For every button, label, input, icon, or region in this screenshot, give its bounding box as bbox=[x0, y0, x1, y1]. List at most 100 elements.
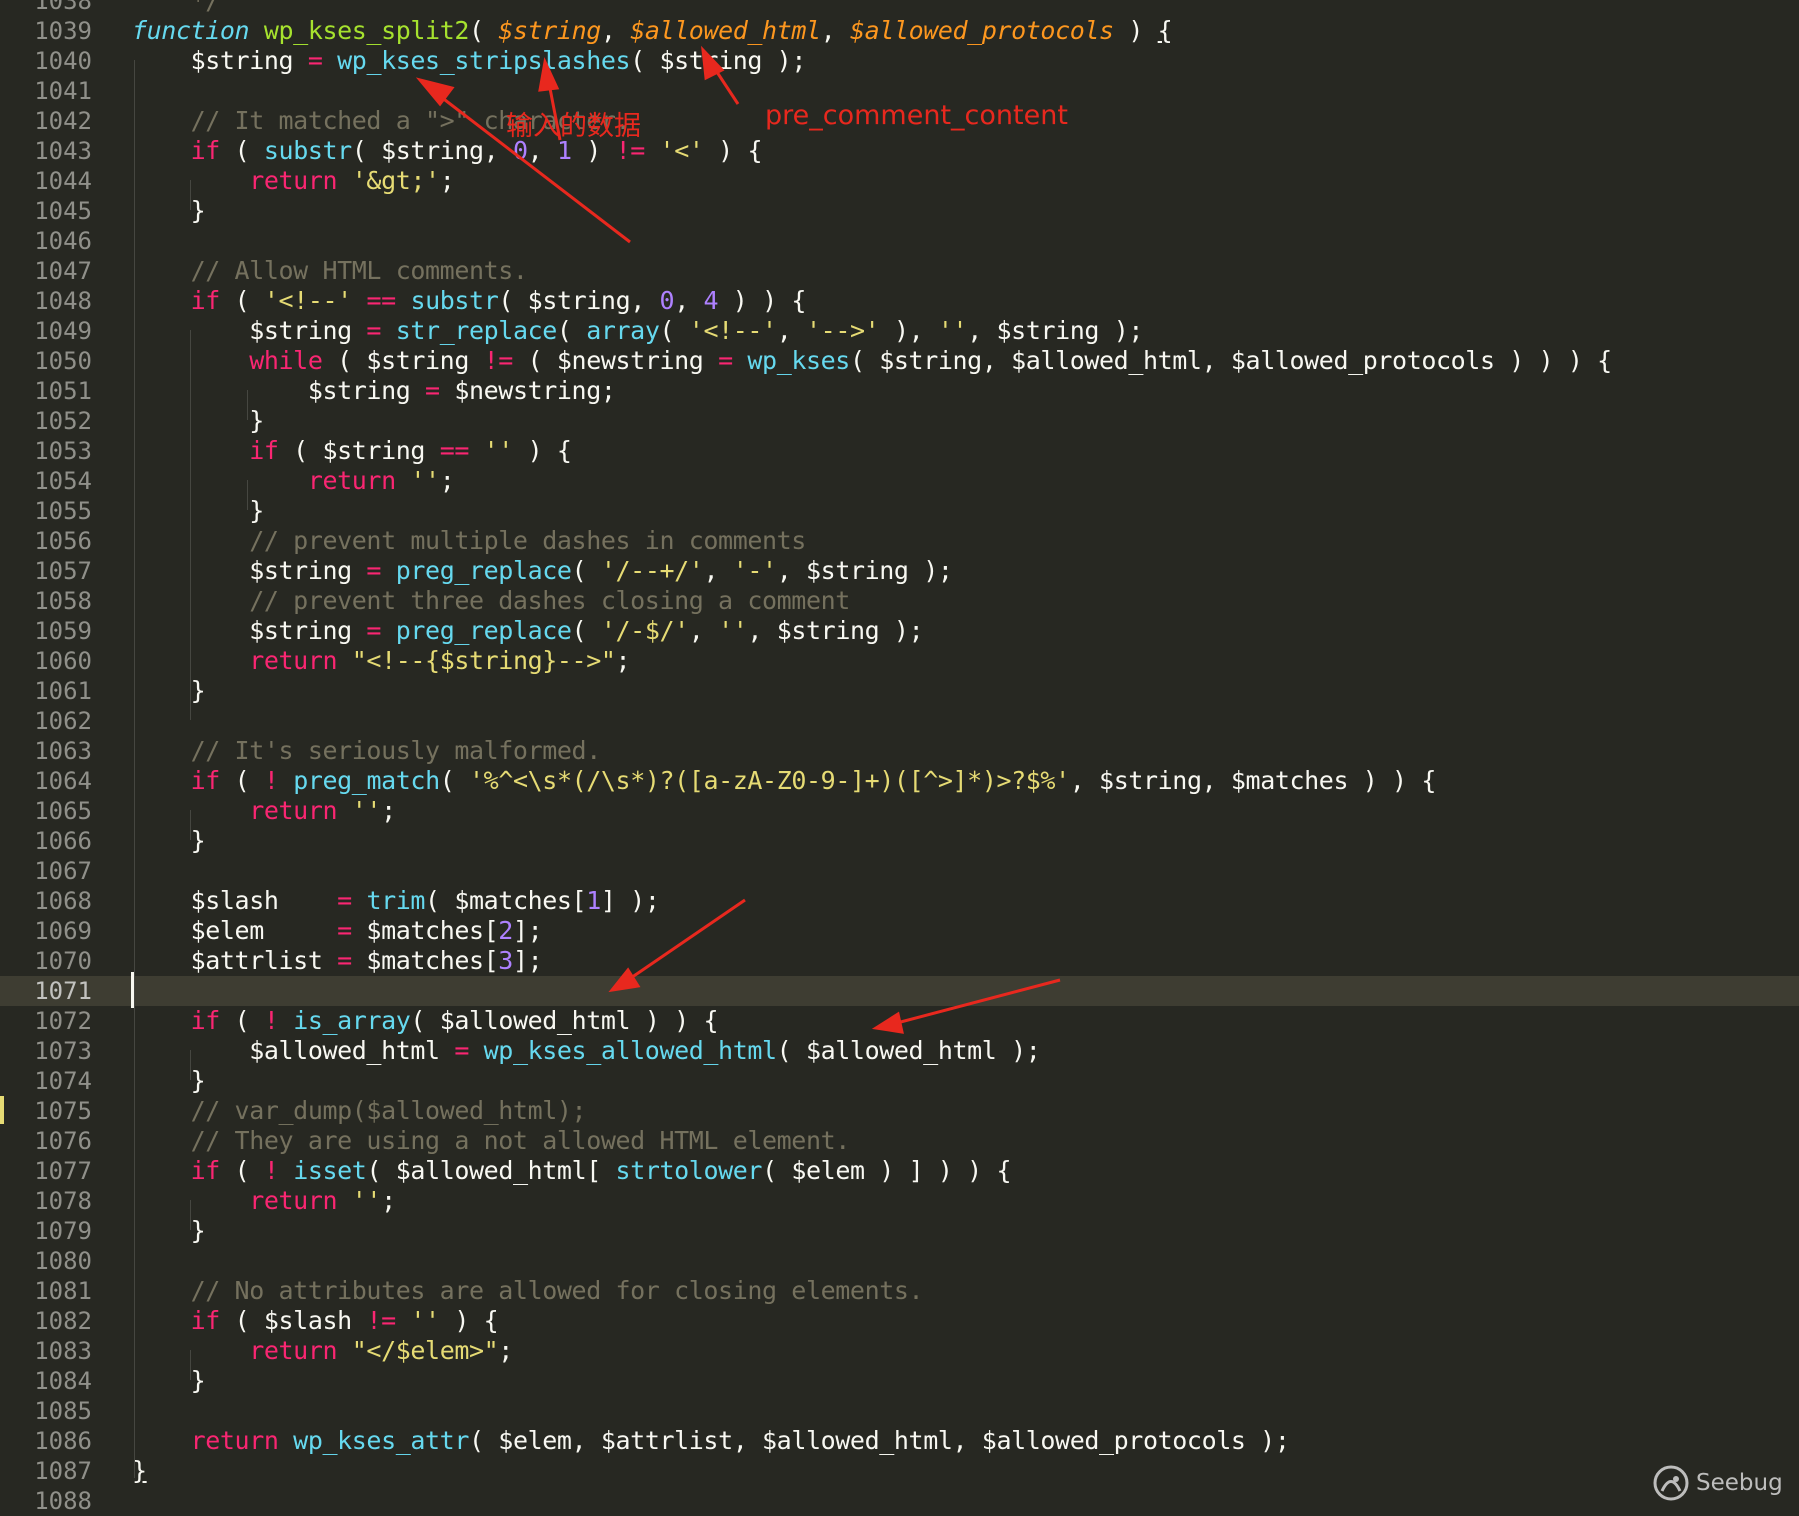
code-line[interactable]: 1070 $attrlist = $matches[3]; bbox=[0, 946, 1799, 976]
code-line[interactable]: 1080 bbox=[0, 1246, 1799, 1276]
code-line[interactable]: 1072 if ( ! is_array( $allowed_html ) ) … bbox=[0, 1006, 1799, 1036]
code-token: // prevent three dashes closing a commen… bbox=[132, 586, 850, 615]
code-line[interactable]: 1085 bbox=[0, 1396, 1799, 1426]
line-number: 1080 bbox=[34, 1247, 92, 1275]
code-line[interactable]: 1081 // No attributes are allowed for cl… bbox=[0, 1276, 1799, 1306]
code-token: ! bbox=[263, 1156, 279, 1185]
code-line[interactable]: 1076 // They are using a not allowed HTM… bbox=[0, 1126, 1799, 1156]
code-line[interactable]: 1088 bbox=[0, 1486, 1799, 1516]
code-text: } bbox=[132, 826, 206, 856]
code-token: $string bbox=[498, 16, 601, 45]
code-token: '' bbox=[718, 616, 748, 645]
code-line[interactable]: 1055 } bbox=[0, 496, 1799, 526]
code-text: $string = $newstring; bbox=[132, 376, 616, 406]
code-token: ]; bbox=[512, 916, 543, 945]
code-line[interactable]: 1084 } bbox=[0, 1366, 1799, 1396]
code-line[interactable]: 1069 $elem = $matches[2]; bbox=[0, 916, 1799, 946]
code-line[interactable]: 1087} bbox=[0, 1456, 1799, 1486]
code-line[interactable]: 1065 return ''; bbox=[0, 796, 1799, 826]
code-token: , bbox=[820, 16, 850, 45]
code-line[interactable]: 1064 if ( ! preg_match( '%^<\s*(/\s*)?([… bbox=[0, 766, 1799, 796]
code-token: wp_kses_stripslashes bbox=[337, 46, 631, 75]
code-line[interactable]: 1082 if ( $slash != '' ) { bbox=[0, 1306, 1799, 1336]
text-cursor bbox=[131, 972, 134, 1008]
code-line[interactable]: 1079 } bbox=[0, 1216, 1799, 1246]
code-line[interactable]: 1062 bbox=[0, 706, 1799, 736]
code-token: = bbox=[307, 46, 323, 75]
line-number: 1076 bbox=[34, 1127, 92, 1155]
code-line[interactable]: 1075 // var_dump($allowed_html); bbox=[0, 1096, 1799, 1126]
code-line[interactable]: 1078 return ''; bbox=[0, 1186, 1799, 1216]
code-line[interactable]: 1040 $string = wp_kses_stripslashes( $st… bbox=[0, 46, 1799, 76]
code-token: ( $allowed_html ); bbox=[776, 1036, 1041, 1065]
line-number: 1074 bbox=[34, 1067, 92, 1095]
code-token: ) ) { bbox=[718, 286, 807, 315]
code-token: $allowed_html bbox=[630, 16, 821, 45]
code-line[interactable]: 1071 bbox=[0, 976, 1799, 1006]
line-number: 1081 bbox=[34, 1277, 92, 1305]
code-token: if bbox=[132, 136, 221, 165]
code-line[interactable]: 1059 $string = preg_replace( '/-$/', '',… bbox=[0, 616, 1799, 646]
code-token: ( $matches[ bbox=[425, 886, 587, 915]
code-line[interactable]: 1058 // prevent three dashes closing a c… bbox=[0, 586, 1799, 616]
code-line[interactable]: 1056 // prevent multiple dashes in comme… bbox=[0, 526, 1799, 556]
line-number: 1040 bbox=[34, 47, 92, 75]
code-token: ! bbox=[263, 766, 279, 795]
code-line[interactable]: 1066 } bbox=[0, 826, 1799, 856]
code-line[interactable]: 1083 return "</$elem>"; bbox=[0, 1336, 1799, 1366]
code-text: return '&gt;'; bbox=[132, 166, 455, 196]
code-token: ! bbox=[263, 1006, 279, 1035]
code-line[interactable]: 1043 if ( substr( $string, 0, 1 ) != '<'… bbox=[0, 136, 1799, 166]
code-token: is_array bbox=[293, 1006, 411, 1035]
code-line[interactable]: 1051 $string = $newstring; bbox=[0, 376, 1799, 406]
line-number: 1052 bbox=[34, 407, 92, 435]
code-token: // Allow HTML comments. bbox=[132, 256, 528, 285]
code-line[interactable]: 1052 } bbox=[0, 406, 1799, 436]
code-line[interactable]: 1073 $allowed_html = wp_kses_allowed_htm… bbox=[0, 1036, 1799, 1066]
code-line[interactable]: 1067 bbox=[0, 856, 1799, 886]
modified-line-marker bbox=[0, 1096, 4, 1124]
code-line[interactable]: 1038 */ bbox=[0, 0, 1799, 16]
code-line[interactable]: 1061 } bbox=[0, 676, 1799, 706]
code-token: , $string ); bbox=[776, 556, 953, 585]
code-text: } bbox=[132, 676, 206, 706]
code-line[interactable]: 1053 if ( $string == '' ) { bbox=[0, 436, 1799, 466]
line-number: 1038 bbox=[34, 0, 92, 15]
code-token: strtolower bbox=[615, 1156, 763, 1185]
code-token: ; bbox=[439, 166, 455, 195]
code-line[interactable]: 1050 while ( $string != ( $newstring = w… bbox=[0, 346, 1799, 376]
code-line[interactable]: 1039 function wp_kses_split2( $string, $a… bbox=[0, 16, 1799, 46]
code-line[interactable]: 1054 return ''; bbox=[0, 466, 1799, 496]
code-line[interactable]: 1048 if ( '<!--' == substr( $string, 0, … bbox=[0, 286, 1799, 316]
code-line[interactable]: 1077 if ( ! isset( $allowed_html[ strtol… bbox=[0, 1156, 1799, 1186]
code-token: */ bbox=[132, 0, 221, 15]
code-line[interactable]: 1063 // It's seriously malformed. bbox=[0, 736, 1799, 766]
code-token: = bbox=[366, 556, 382, 585]
code-token: = bbox=[366, 316, 382, 345]
code-token: if bbox=[132, 1306, 221, 1335]
code-editor[interactable]: 1038 */1039 function wp_kses_split2( $str… bbox=[0, 0, 1799, 1516]
line-number: 1045 bbox=[34, 197, 92, 225]
code-line[interactable]: 1046 bbox=[0, 226, 1799, 256]
code-line[interactable]: 1074 } bbox=[0, 1066, 1799, 1096]
code-token: '%^<\s*(/\s*)?([a-zA-Z0-9-]+)([^>]*)>?$%… bbox=[469, 766, 1070, 795]
code-line[interactable]: 1086 return wp_kses_attr( $elem, $attrli… bbox=[0, 1426, 1799, 1456]
code-line[interactable]: 1045 } bbox=[0, 196, 1799, 226]
code-line[interactable]: 1047 // Allow HTML comments. bbox=[0, 256, 1799, 286]
code-line[interactable]: 1068 $slash = trim( $matches[1] ); bbox=[0, 886, 1799, 916]
code-token: 4 bbox=[703, 286, 719, 315]
code-token: wp_kses bbox=[747, 346, 850, 375]
line-number: 1061 bbox=[34, 677, 92, 705]
code-line[interactable]: 1057 $string = preg_replace( '/--+/', '-… bbox=[0, 556, 1799, 586]
code-line[interactable]: 1049 $string = str_replace( array( '<!--… bbox=[0, 316, 1799, 346]
code-line[interactable]: 1060 return "<!--{$string}-->"; bbox=[0, 646, 1799, 676]
code-line[interactable]: 1044 return '&gt;'; bbox=[0, 166, 1799, 196]
